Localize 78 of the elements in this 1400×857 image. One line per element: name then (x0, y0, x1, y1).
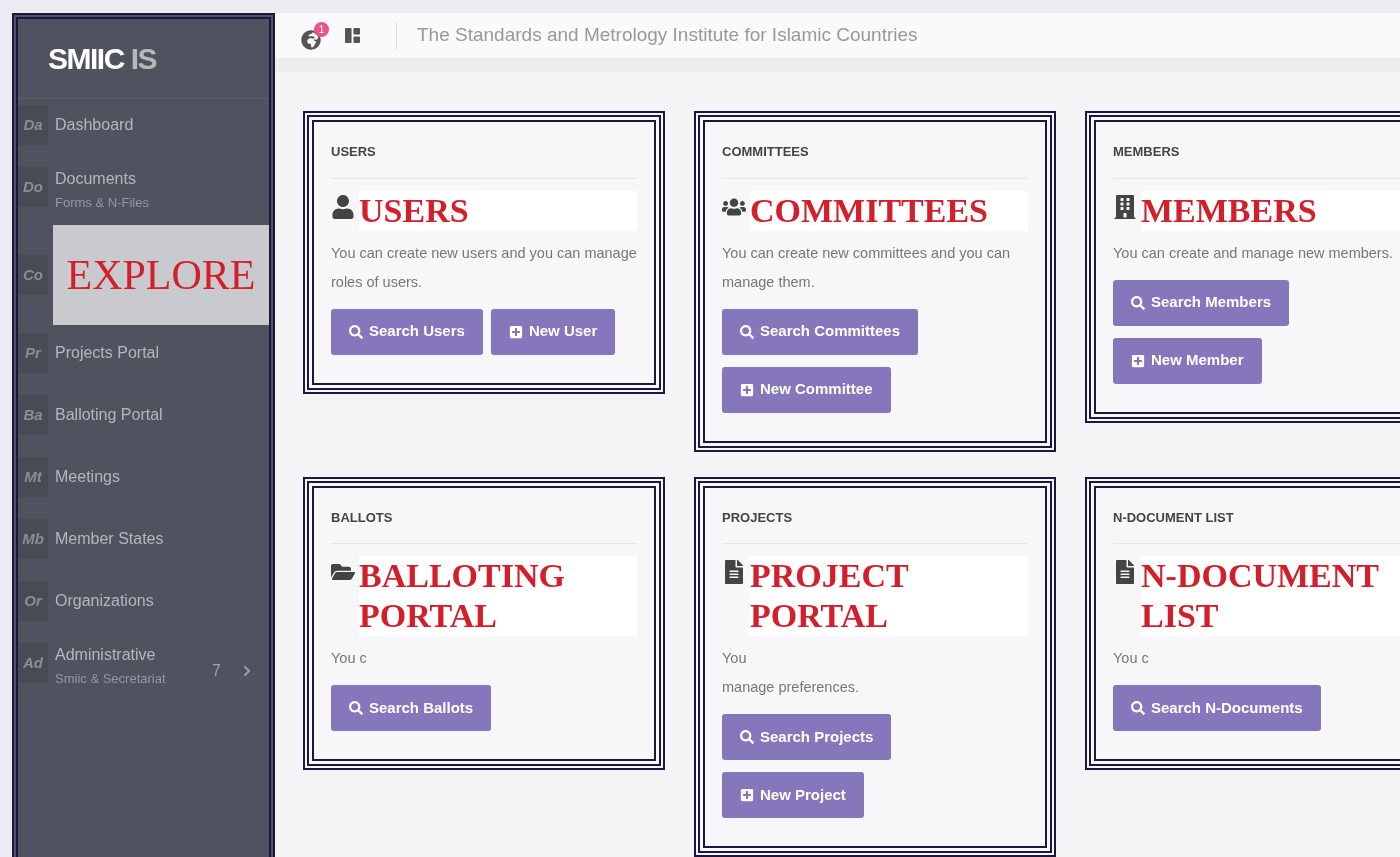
card-title: USERS (331, 142, 637, 179)
action-button[interactable]: New User (490, 308, 616, 355)
user-icon (331, 194, 355, 219)
card-title: MEMBERS (1113, 142, 1400, 179)
globe-button[interactable]: 1 (301, 21, 329, 50)
card-description: You (722, 649, 748, 668)
plus-icon (1131, 353, 1145, 368)
action-button[interactable]: New Member (1113, 337, 1262, 384)
search-icon (349, 701, 363, 715)
sidebar-item[interactable]: Ad Administrative Smiic & Secretariat 7 (18, 637, 269, 699)
card-description: manage preferences. (722, 678, 861, 697)
card-heading: USERS (359, 190, 637, 231)
search-icon (740, 324, 754, 339)
action-button[interactable]: New Committee (722, 366, 891, 413)
sidebar-item[interactable]: Ba Balloting Portal (18, 389, 269, 451)
explore-label: EXPLORE (53, 225, 269, 325)
card-heading: N-DOCUMENT LIST (1141, 556, 1400, 636)
item-label: Documents (55, 169, 137, 189)
card-heading: COMMITTEES (750, 190, 1028, 231)
card-heading: MEMBERS (1141, 190, 1400, 231)
building-icon (1113, 194, 1137, 219)
item-label: Meetings (55, 467, 121, 487)
item-label: Organizations (55, 591, 155, 611)
card-title: N-DOCUMENT LIST (1113, 507, 1400, 544)
item-abbreviation: Co (18, 255, 48, 295)
item-abbreviation: Mb (18, 519, 48, 559)
action-button[interactable]: New Project (722, 772, 864, 818)
document-icon (722, 560, 746, 584)
item-abbreviation: Da (18, 105, 48, 145)
item-label: Dashboard (55, 115, 135, 135)
item-label: Administrative (55, 645, 157, 665)
item-sublabel: Smiic & Secretariat (55, 670, 167, 688)
grid-icon[interactable] (345, 28, 360, 44)
sidebar-item[interactable]: Pr Projects Portal (18, 327, 269, 389)
sidebar-item[interactable]: Mt Meetings (18, 451, 269, 513)
sidebar-item[interactable]: Or Organizations (18, 575, 269, 637)
card-title: PROJECTS (722, 507, 1028, 544)
search-icon (1131, 701, 1145, 715)
page-title: The Standards and Metrology Institute for Islamic Countries (417, 23, 918, 48)
card-description: You can create new committees and you can manage them. (722, 243, 1012, 292)
document-icon (1113, 560, 1137, 584)
sidebar-item[interactable]: Da Dashboard (18, 99, 269, 161)
card-heading: BALLOTING PORTAL (359, 556, 637, 636)
chevron-icon (241, 665, 253, 677)
action-button[interactable]: Search Members (1113, 279, 1290, 326)
sidebar-item[interactable]: Mb Member States (18, 513, 269, 575)
action-button[interactable]: Search Ballots (331, 685, 492, 731)
item-abbreviation: Do (18, 167, 48, 207)
card-heading: PROJECT PORTAL (750, 556, 1028, 636)
plus-icon (508, 324, 523, 339)
item-abbreviation: Pr (18, 333, 48, 373)
item-abbreviation: Or (18, 581, 48, 621)
item-abbreviation: Ad (18, 643, 48, 683)
action-button[interactable]: Search Committees (722, 308, 919, 355)
item-label: Balloting Portal (55, 405, 164, 425)
search-icon (1131, 295, 1145, 310)
card-description: You can create and manage new members. (1113, 243, 1394, 263)
plus-icon (740, 788, 754, 802)
item-count: 7 (212, 661, 221, 681)
search-icon (349, 324, 363, 339)
sidebar-item[interactable]: Do Documents Forms & N-Files (18, 161, 269, 223)
card-title: COMMITTEES (722, 142, 1028, 179)
logo: SMIIC IS (48, 41, 157, 77)
card-title: BALLOTS (331, 507, 637, 544)
action-button[interactable]: Search N-Documents (1113, 685, 1321, 731)
item-label: Projects Portal (55, 343, 161, 363)
item-abbreviation: Mt (18, 457, 48, 497)
action-button[interactable]: Search Users (331, 308, 483, 355)
action-button[interactable]: Search Projects (722, 714, 892, 760)
card-description: You can create new users and you can manage roles of users. (331, 243, 637, 292)
card-description: You c (331, 649, 368, 668)
card-description: You c (1113, 649, 1150, 668)
item-sublabel: Forms & N-Files (55, 194, 150, 212)
search-icon (740, 730, 754, 744)
plus-icon (740, 382, 754, 397)
item-abbreviation: Ba (18, 395, 48, 435)
item-label: Member States (55, 529, 165, 549)
notification-badge: 1 (314, 21, 329, 37)
